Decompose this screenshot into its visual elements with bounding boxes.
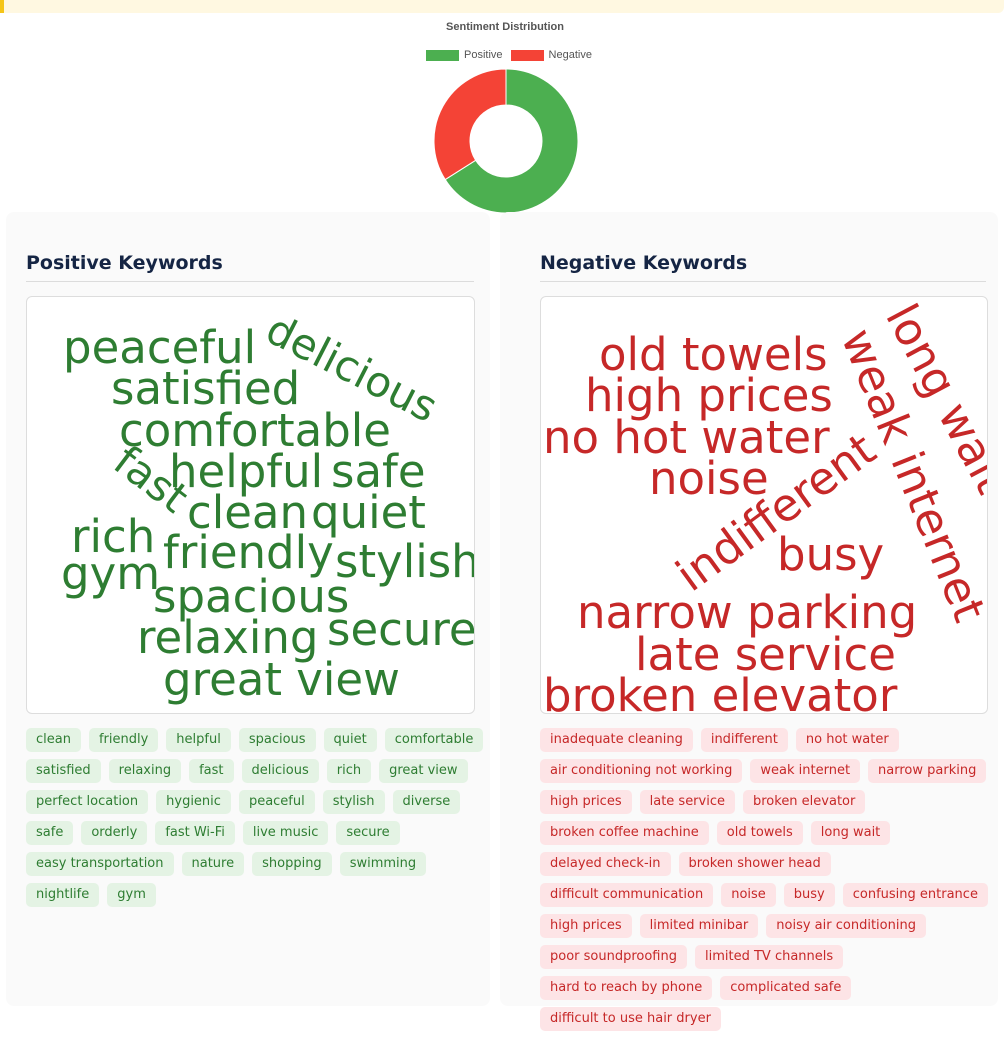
negative-keywords-title: Negative Keywords [540,252,748,274]
keyword-tag: clean [26,728,81,752]
keyword-tag: stylish [322,790,385,814]
keyword-tag: long wait [810,821,891,845]
positive-title-divider [26,281,474,282]
positive-keywords-panel: Positive Keywords peaceful delicious sat… [6,212,490,1006]
keyword-tag: narrow parking [868,759,987,783]
keyword-tag: indifferent [700,728,788,752]
keyword-tag: hygienic [156,790,231,814]
positive-keywords-title: Positive Keywords [26,252,223,274]
keyword-tag: delicious [241,759,319,783]
keyword-tag: high prices [540,914,632,938]
notice-accent [0,0,4,13]
keyword-tag: live music [242,821,329,845]
cloud-word: busy [777,528,884,581]
keyword-tag: great view [379,759,468,783]
keyword-tag: inadequate cleaning [540,728,693,752]
keyword-tag: perfect location [26,790,149,814]
donut-slice-negative[interactable] [433,68,507,181]
keyword-tag: swimming [339,852,427,876]
sentiment-donut-chart [433,68,579,214]
positive-word-cloud: peaceful delicious satisfied comfortable… [26,296,475,714]
keyword-tag: quiet [323,728,377,752]
chart-legend: Positive Negative [426,49,600,61]
keyword-tag: old towels [716,821,803,845]
keyword-tag: shopping [252,852,332,876]
cloud-word: gym [61,547,160,600]
keyword-tag: easy transportation [26,852,174,876]
keyword-tag: satisfied [26,759,101,783]
keyword-tag: fast [189,759,234,783]
keyword-tag: nightlife [26,883,100,907]
keyword-tag: safe [26,821,74,845]
negative-tag-list: inadequate cleaning indifferent no hot wat… [540,728,998,1038]
keyword-tag: broken coffee machine [540,821,709,845]
keyword-tag: late service [639,790,735,814]
legend-swatch-positive [426,49,459,61]
keyword-tag: busy [783,883,835,907]
keyword-tag: confusing entrance [842,883,988,907]
cloud-word: broken elevator [543,669,898,713]
keyword-tag: air conditioning not working [540,759,743,783]
legend-label-positive: Positive [464,49,503,61]
keyword-tag: friendly [88,728,159,752]
keyword-tag: noisy air conditioning [766,914,926,938]
keyword-tag: limited TV channels [695,945,844,969]
keyword-tag: poor soundproofing [540,945,687,969]
negative-keywords-panel: Negative Keywords old towels long wait w… [500,212,998,1031]
keyword-tag: noise [721,883,776,907]
keyword-tag: diverse [392,790,461,814]
keyword-tag: difficult to use hair dryer [540,1007,721,1031]
keyword-tag: delayed check-in [540,852,671,876]
keyword-tag: helpful [166,728,231,752]
keyword-tag: broken elevator [742,790,866,814]
keyword-tag: nature [181,852,245,876]
keyword-tag: comfortable [384,728,484,752]
keyword-tag: broken shower head [678,852,831,876]
keyword-tag: no hot water [795,728,899,752]
keyword-tag: hard to reach by phone [540,976,713,1000]
cloud-word: stylish [335,535,474,588]
keyword-tag: spacious [238,728,316,752]
keyword-tag: relaxing [108,759,182,783]
legend-item-negative[interactable]: Negative [510,49,592,61]
legend-swatch-negative [510,49,544,61]
keyword-tag: difficult communication [540,883,714,907]
keyword-tag: limited minibar [639,914,759,938]
keyword-tag: peaceful [238,790,315,814]
cloud-word: great view [163,653,400,706]
notice-banner [0,0,1004,13]
positive-tag-list: clean friendly helpful spacious quiet comfort… [26,728,496,914]
keyword-tag: complicated safe [720,976,852,1000]
keyword-tag: high prices [540,790,632,814]
keyword-tag: fast Wi-Fi [155,821,235,845]
keyword-tag: orderly [81,821,148,845]
keyword-tag: weak internet [750,759,861,783]
cloud-word: secure [327,603,474,656]
legend-item-positive[interactable]: Positive [426,49,503,61]
chart-title: Sentiment Distribution [446,21,564,33]
legend-label-negative: Negative [548,49,592,61]
keyword-tag: gym [107,883,156,907]
keyword-tag: rich [326,759,372,783]
keyword-tag: secure [336,821,400,845]
negative-title-divider [540,281,986,282]
negative-word-cloud: old towels long wait weak internet high … [540,296,988,714]
